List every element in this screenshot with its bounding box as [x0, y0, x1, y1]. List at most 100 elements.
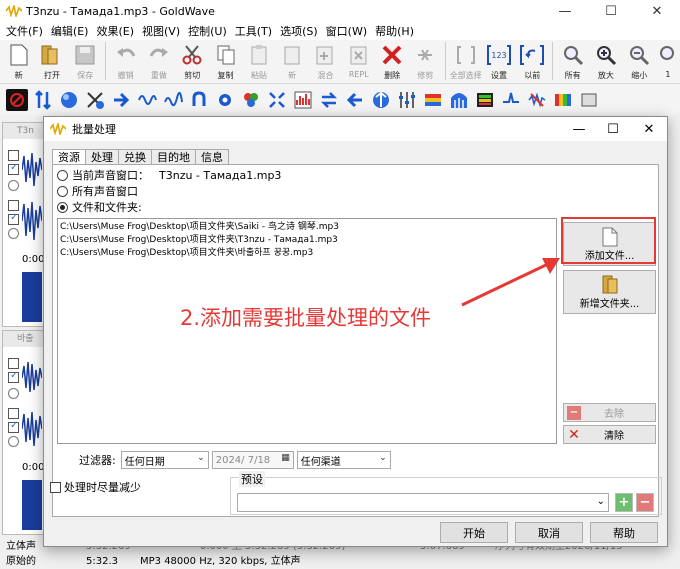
- radio-files-folders[interactable]: 文件和文件夹:: [57, 200, 142, 214]
- wave-shape2-icon[interactable]: [162, 89, 184, 111]
- channel-radio-1b[interactable]: [8, 228, 19, 239]
- tab-info[interactable]: 信息: [195, 149, 229, 165]
- date-filter-select[interactable]: 任何日期 ⌄: [120, 451, 209, 469]
- channel-filter-select[interactable]: 任何渠道 ⌄: [296, 451, 391, 469]
- mirror-arrows-icon[interactable]: [318, 89, 340, 111]
- rainbow-bars-icon[interactable]: [422, 89, 444, 111]
- channel-checkbox-1b[interactable]: [8, 162, 19, 175]
- tab-destination[interactable]: 目的地: [151, 149, 196, 165]
- loop-back-icon[interactable]: [188, 89, 210, 111]
- annotation-text: 2.添加需要批量处理的文件: [180, 306, 432, 330]
- cut-button[interactable]: 剪切: [176, 40, 209, 82]
- channel-radio-1a[interactable]: [8, 180, 19, 191]
- dialog-maximize-button[interactable]: ☐: [596, 117, 630, 141]
- zoom-all-button[interactable]: 所有: [556, 40, 589, 82]
- status-original-length: 5:32.3: [86, 556, 118, 567]
- add-preset-button[interactable]: +: [615, 493, 633, 512]
- add-folder-button[interactable]: 新增文件夹...: [563, 270, 656, 314]
- menu-edit[interactable]: 编辑(E): [47, 23, 93, 39]
- new-paste-button[interactable]: 新: [275, 40, 308, 82]
- main-maximize-button[interactable]: ☐: [588, 0, 634, 22]
- back-arrow-icon[interactable]: [344, 89, 366, 111]
- zoom-out-button[interactable]: 缩小: [623, 40, 656, 82]
- channel-checkbox-2d[interactable]: [8, 420, 19, 433]
- compress-icon[interactable]: [370, 89, 392, 111]
- menu-help[interactable]: 帮助(H): [371, 23, 418, 39]
- previous-icon: [520, 45, 545, 65]
- radio-all-windows[interactable]: 所有声音窗口: [57, 184, 138, 198]
- copy-button[interactable]: 复制: [209, 40, 242, 82]
- channel-checkbox-2c[interactable]: [8, 408, 19, 419]
- radio-current-window-dot[interactable]: [57, 169, 68, 181]
- remove-button[interactable]: − 去除: [563, 403, 656, 422]
- radio-files-folders-dot[interactable]: [57, 201, 68, 213]
- cancel-button[interactable]: 取消: [515, 522, 583, 543]
- main-toolbar: 新 打开 保存 撤销 重做 剪切 复制 粘贴 新 混合 REPL 删除 修剪 全…: [0, 40, 680, 84]
- menu-file[interactable]: 文件(F): [2, 23, 47, 39]
- equalizer-chart-icon[interactable]: [292, 89, 314, 111]
- preset-select[interactable]: ⌄: [237, 493, 609, 512]
- stop-effect-icon[interactable]: [6, 89, 28, 111]
- dialog-minimize-button[interactable]: —: [562, 117, 596, 141]
- menu-view[interactable]: 视图(V): [138, 23, 184, 39]
- save-button[interactable]: 保存: [69, 40, 102, 82]
- radio-all-windows-dot[interactable]: [57, 185, 68, 197]
- set-button[interactable]: 123 设置: [482, 40, 515, 82]
- channel-checkbox-2b[interactable]: [8, 370, 19, 383]
- undo-button[interactable]: 撤销: [109, 40, 142, 82]
- select-all-button[interactable]: 全部选择: [449, 40, 482, 82]
- clear-button[interactable]: ✕ 清除: [563, 425, 656, 444]
- open-button[interactable]: 打开: [35, 40, 68, 82]
- menu-control[interactable]: 控制(U): [184, 23, 231, 39]
- trim-button[interactable]: 修剪: [409, 40, 442, 82]
- spike-icon[interactable]: [500, 89, 522, 111]
- remove-preset-button[interactable]: −: [636, 493, 654, 512]
- minimize-checkbox[interactable]: [50, 481, 61, 493]
- zoom-one-button[interactable]: 1: [656, 40, 680, 82]
- menu-options[interactable]: 选项(S): [276, 23, 322, 39]
- color-spectrum-icon[interactable]: [552, 89, 574, 111]
- date-picker[interactable]: 2024/ 7/18 ▦: [211, 451, 294, 469]
- tab-process[interactable]: 处理: [85, 149, 119, 165]
- channel-checkbox-1c[interactable]: [8, 200, 19, 211]
- tab-convert[interactable]: 兑换: [118, 149, 152, 165]
- wave-shape-icon[interactable]: [136, 89, 158, 111]
- menu-window[interactable]: 窗口(W): [322, 23, 371, 39]
- main-minimize-button[interactable]: —: [542, 0, 588, 22]
- sliders-icon[interactable]: [396, 89, 418, 111]
- minimize-while-processing[interactable]: 处理时尽量减少: [50, 479, 141, 495]
- radio-current-window[interactable]: 当前声音窗口： T3nzu - Тамада1.mp3: [57, 168, 281, 182]
- start-button[interactable]: 开始: [440, 522, 508, 543]
- forward-arrow-icon[interactable]: [110, 89, 132, 111]
- previous-button[interactable]: 以前: [516, 40, 549, 82]
- list-item[interactable]: C:\Users\Muse Frog\Desktop\项目文件夹\Saiki -…: [60, 221, 554, 234]
- noise-reduce-icon[interactable]: [526, 89, 548, 111]
- new-button[interactable]: 新: [2, 40, 35, 82]
- main-close-button[interactable]: ✕: [634, 0, 680, 22]
- channel-checkbox-1d[interactable]: [8, 212, 19, 225]
- channel-radio-2a[interactable]: [8, 388, 19, 399]
- replace-button[interactable]: REPL: [342, 40, 375, 82]
- paste-button[interactable]: 粘贴: [242, 40, 275, 82]
- menu-effect[interactable]: 效果(E): [92, 23, 138, 39]
- spectrum-icon[interactable]: [474, 89, 496, 111]
- dialog-close-button[interactable]: ✕: [632, 117, 666, 141]
- resize-vertical-icon[interactable]: [32, 89, 54, 111]
- channel-radio-2b[interactable]: [8, 436, 19, 447]
- zoom-in-button[interactable]: 放大: [589, 40, 622, 82]
- sphere-icon[interactable]: [58, 89, 80, 111]
- timer-icon[interactable]: [578, 89, 600, 111]
- delete-button[interactable]: 删除: [375, 40, 408, 82]
- bandpass-icon[interactable]: [448, 89, 470, 111]
- channel-checkbox-2a[interactable]: [8, 358, 19, 369]
- help-button[interactable]: 帮助: [590, 522, 658, 543]
- list-item[interactable]: C:\Users\Muse Frog\Desktop\项目文件夹\T3nzu -…: [60, 234, 554, 247]
- redo-button[interactable]: 重做: [142, 40, 175, 82]
- gear-effect-icon[interactable]: [214, 89, 236, 111]
- color-flower-icon[interactable]: [240, 89, 262, 111]
- channel-checkbox-1a[interactable]: [8, 150, 19, 161]
- mix-button[interactable]: 混合: [309, 40, 342, 82]
- arrows-out-icon[interactable]: [266, 89, 288, 111]
- menu-tools[interactable]: 工具(T): [231, 23, 276, 39]
- channel-swap-icon[interactable]: [84, 89, 106, 111]
